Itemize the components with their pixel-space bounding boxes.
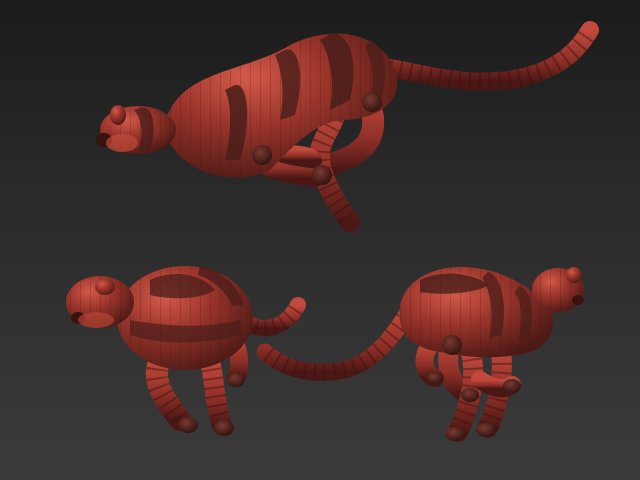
3d-viewport[interactable]: [0, 0, 640, 480]
cheetah-model-bottom-right[interactable]: [256, 267, 584, 442]
cheetah-model-top[interactable]: [96, 21, 599, 232]
scene-svg: [66, 21, 599, 442]
